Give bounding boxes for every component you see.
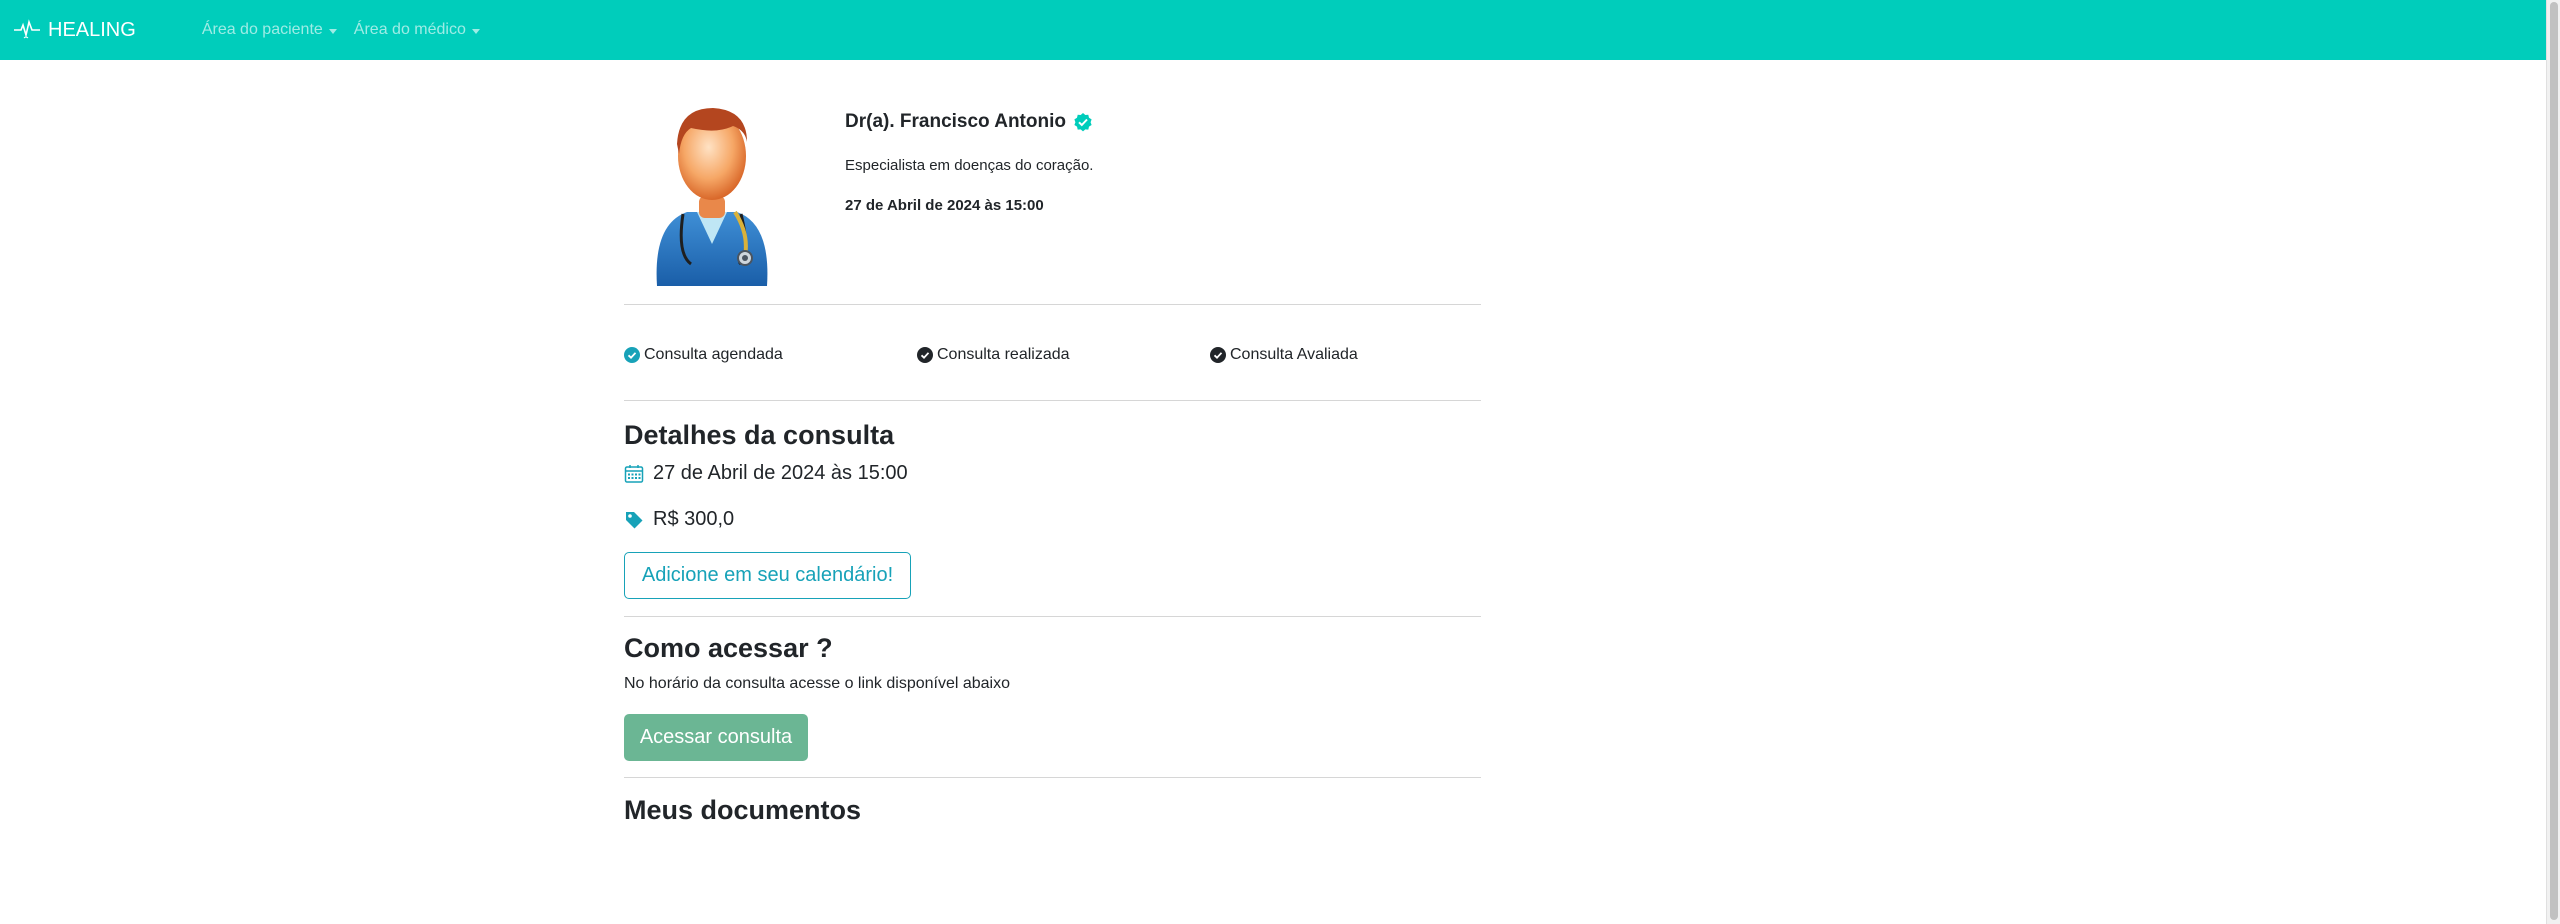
nav-item-label: Área do médico	[353, 21, 466, 38]
check-circle-icon	[917, 347, 933, 363]
doctor-avatar	[656, 108, 768, 286]
appointment-price-text: R$ 300,0	[653, 508, 735, 530]
status-scheduled: Consulta agendada	[624, 346, 783, 364]
price-tag-icon	[626, 511, 643, 528]
how-to-access-text: No horário da consulta acesse o link dis…	[624, 675, 1011, 692]
status-label: Consulta realizada	[937, 346, 1070, 363]
doctor-name-text: Dr(a). Francisco Antonio	[845, 111, 1066, 132]
nav-menu: Área do paciente Área do médico	[202, 21, 497, 39]
access-appointment-button[interactable]: Acessar consulta	[624, 714, 808, 761]
appointment-details-title: Detalhes da consulta	[624, 420, 895, 450]
status-label: Consulta agendada	[644, 346, 783, 363]
verified-badge-icon	[1074, 113, 1092, 132]
check-circle-icon	[1210, 347, 1226, 363]
status-completed: Consulta realizada	[917, 346, 1070, 364]
scrollbar-thumb[interactable]	[2550, 2, 2558, 920]
calendar-icon	[624, 464, 644, 483]
status-rated: Consulta Avaliada	[1210, 346, 1358, 364]
chevron-down-icon	[471, 28, 480, 34]
status-label: Consulta Avaliada	[1230, 346, 1358, 363]
check-circle-icon	[624, 347, 640, 363]
how-to-access-title: Como acessar ?	[624, 633, 833, 663]
doctor-name: Dr(a). Francisco Antonio	[845, 111, 1093, 133]
doctor-profile: Dr(a). Francisco Antonio Especialista em…	[624, 60, 1481, 305]
main-content: Dr(a). Francisco Antonio Especialista em…	[624, 60, 1481, 825]
brand-link[interactable]: HEALING	[13, 18, 136, 42]
my-documents-title: Meus documentos	[624, 795, 862, 825]
nav-dropdown-patient-area[interactable]: Área do paciente	[202, 21, 337, 39]
divider	[624, 777, 1481, 778]
divider	[624, 304, 1481, 305]
top-navbar: HEALING Área do paciente Área do médico	[0, 0, 2546, 60]
nav-dropdown-doctor-area[interactable]: Área do médico	[354, 21, 480, 39]
appointment-price: R$ 300,0	[624, 508, 734, 531]
heartbeat-logo-icon	[14, 19, 40, 39]
brand-name: HEALING	[48, 18, 136, 41]
nav-item-label: Área do paciente	[201, 21, 323, 38]
divider	[624, 400, 1481, 401]
appointment-date-text: 27 de Abril de 2024 às 15:00	[653, 462, 908, 484]
appointment-datetime: 27 de Abril de 2024 às 15:00	[845, 197, 1044, 214]
appointment-status-steps: Consulta agendada Consulta realizada Con…	[624, 346, 1481, 370]
chevron-down-icon	[328, 28, 337, 34]
vertical-scrollbar[interactable]	[2546, 0, 2560, 924]
doctor-specialty: Especialista em doenças do coração.	[845, 157, 1094, 174]
add-to-calendar-button[interactable]: Adicione em seu calendário!	[624, 552, 911, 599]
divider	[624, 616, 1481, 617]
appointment-date: 27 de Abril de 2024 às 15:00	[624, 462, 908, 485]
